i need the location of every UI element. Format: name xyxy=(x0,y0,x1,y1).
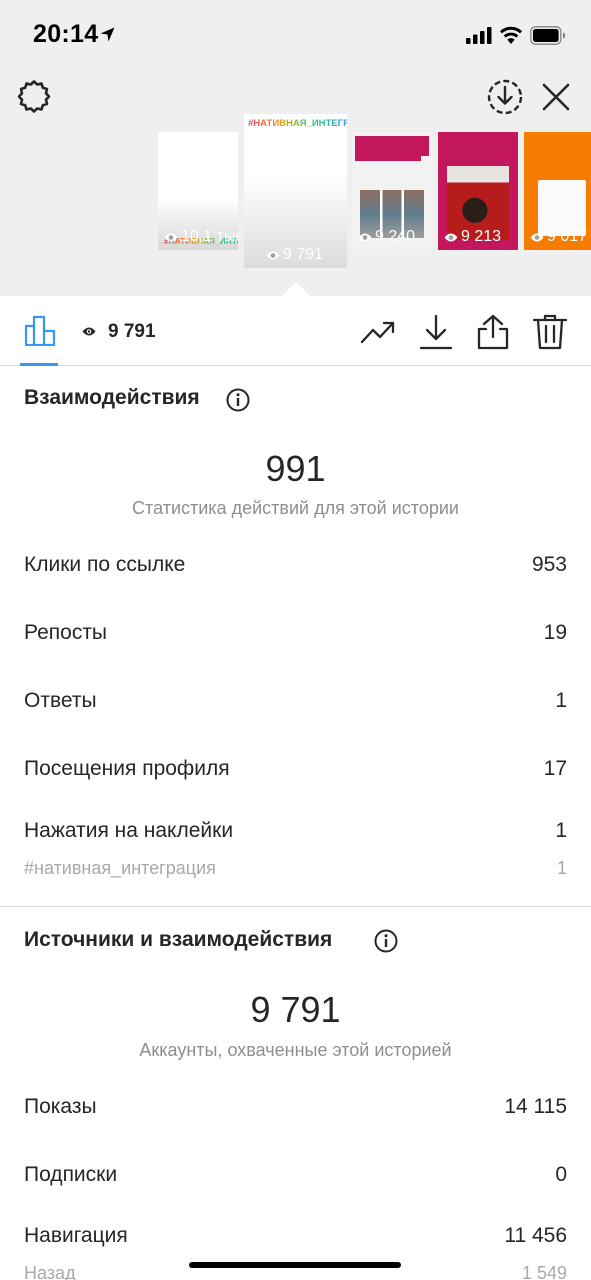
interactions-subtitle: Статистика действий для этой истории xyxy=(132,498,459,518)
trash-icon[interactable] xyxy=(532,314,568,350)
stat-value: 19 xyxy=(543,621,567,644)
stat-label: Навигация xyxy=(24,1224,128,1247)
gear-icon[interactable] xyxy=(15,78,53,116)
reach-total: 9 791 xyxy=(250,989,341,1030)
stat-value: 953 xyxy=(531,553,567,576)
story-thumbnail[interactable]: 9 213 xyxy=(438,132,518,250)
stat-row-shares: Репосты 19 xyxy=(24,621,567,645)
stat-label: Показы xyxy=(24,1095,97,1118)
section-divider xyxy=(0,906,591,907)
story-views-count: 9 791 xyxy=(283,246,324,263)
share-icon[interactable] xyxy=(475,314,511,350)
stat-value: 14 115 xyxy=(504,1095,567,1118)
stat-row-navigation: Навигация 11 456 xyxy=(24,1224,567,1248)
stat-row-follows: Подписки 0 xyxy=(24,1163,567,1187)
stat-value: 17 xyxy=(543,757,567,780)
sources-title: Источники и взаимодействия xyxy=(24,928,333,951)
download-circle-icon[interactable] xyxy=(486,78,524,116)
stat-label: Клики по ссылке xyxy=(24,553,186,576)
stat-value: 1 xyxy=(555,689,567,712)
status-time: 20:14 xyxy=(33,20,99,48)
stat-value: 11 456 xyxy=(504,1224,567,1247)
story-views-count: 9 213 xyxy=(461,228,502,245)
eye-icon xyxy=(530,233,544,241)
story-thumbnail[interactable]: 9 017 xyxy=(524,132,591,250)
info-icon[interactable] xyxy=(226,388,250,412)
eye-icon xyxy=(82,327,96,336)
signal-icon xyxy=(466,27,492,44)
story-views-count: 9 240 xyxy=(375,228,416,245)
interactions-title: Взаимодействия xyxy=(24,386,200,409)
story-views-count: 10,1 тыс. xyxy=(181,228,238,245)
story-carousel-area: 20:14 #НАТИВНАЯ_ИНТЕГРАЦИЯ xyxy=(0,0,591,296)
story-views: 9 240 xyxy=(358,228,415,246)
story-thumbnail[interactable]: 9 240 xyxy=(352,132,432,250)
battery-icon xyxy=(530,26,566,45)
story-views: 9 213 xyxy=(444,228,501,246)
story-caption-box xyxy=(355,152,421,161)
interactions-total: 991 xyxy=(265,448,326,489)
stat-label: Подписки xyxy=(24,1163,118,1186)
stat-value: 0 xyxy=(555,1163,567,1186)
bar-chart-icon[interactable] xyxy=(24,314,56,346)
status-bar: 20:14 xyxy=(0,0,591,70)
active-tab-indicator xyxy=(20,363,58,366)
selection-pointer xyxy=(282,282,310,296)
location-arrow-icon xyxy=(100,27,115,42)
wifi-icon xyxy=(500,26,522,44)
eye-icon xyxy=(266,251,280,259)
download-icon[interactable] xyxy=(418,314,454,350)
reach-subtitle: Аккаунты, охваченные этой историей xyxy=(139,1040,452,1060)
stat-value: 1 xyxy=(555,819,567,842)
insights-toolbar: 9 791 xyxy=(0,296,591,366)
stat-value: 1 xyxy=(556,858,567,878)
stat-label: Нажатия на наклейки xyxy=(24,819,234,842)
stat-row-link-clicks: Клики по ссылке 953 xyxy=(24,553,567,577)
stat-value: 1 549 xyxy=(521,1263,567,1280)
stat-label: Репосты xyxy=(24,621,108,644)
stat-row-profile-visits: Посещения профиля 17 xyxy=(24,757,567,781)
stat-label: Ответы xyxy=(24,689,97,712)
story-thumbnail[interactable]: #НАТИВНАЯ_ИНТЕГРАЦИЯ 10,1 тыс. xyxy=(158,132,238,250)
stat-label: #нативная_интеграция xyxy=(24,858,216,878)
story-thumbnail-selected[interactable]: #НАТИВНАЯ_ИНТЕГРАЦИЯ 9 791 xyxy=(244,114,347,268)
close-icon[interactable] xyxy=(541,82,571,112)
home-indicator xyxy=(189,1262,401,1268)
story-views: 9 791 xyxy=(266,246,323,264)
story-views: 10,1 тыс. xyxy=(164,228,238,246)
stat-row-sticker-taps: Нажатия на наклейки 1 xyxy=(24,819,567,843)
story-views-count: 9 017 xyxy=(547,228,588,245)
info-icon[interactable] xyxy=(374,929,398,953)
views-count: 9 791 xyxy=(108,321,156,342)
eye-icon xyxy=(358,233,372,241)
trend-icon[interactable] xyxy=(360,314,396,350)
stat-label: Посещения профиля xyxy=(24,757,230,780)
story-tag: #НАТИВНАЯ_ИНТЕГРАЦИЯ xyxy=(248,118,347,129)
story-views: 9 017 xyxy=(530,228,587,246)
stat-row-sticker-hashtag: #нативная_интеграция 1 xyxy=(24,858,567,879)
stat-row-replies: Ответы 1 xyxy=(24,689,567,713)
eye-icon xyxy=(444,233,458,241)
eye-icon xyxy=(164,233,178,241)
stat-row-impressions: Показы 14 115 xyxy=(24,1095,567,1119)
stat-label: Назад xyxy=(24,1263,76,1280)
